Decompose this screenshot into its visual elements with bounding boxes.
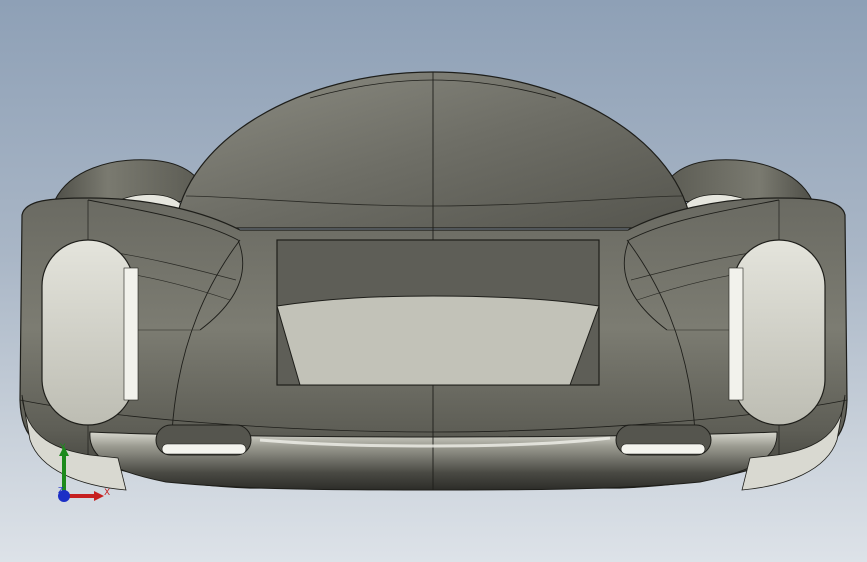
- graphics-viewport[interactable]: X Y Z: [0, 0, 867, 562]
- coordinate-triad: X Y Z: [48, 438, 118, 508]
- car-body-model[interactable]: [0, 0, 867, 562]
- fog-light-right: [615, 424, 712, 456]
- triad-y-label: Y: [60, 443, 66, 453]
- x-axis-arrowhead: [94, 491, 104, 501]
- triad-z-label: Z: [58, 486, 64, 495]
- fog-light-left: [155, 424, 252, 456]
- headlight-right: [728, 239, 826, 426]
- grille-intake: [276, 239, 600, 386]
- triad-x-label: X: [104, 488, 111, 498]
- cockpit-dome: [174, 71, 693, 229]
- headlight-left: [41, 239, 139, 426]
